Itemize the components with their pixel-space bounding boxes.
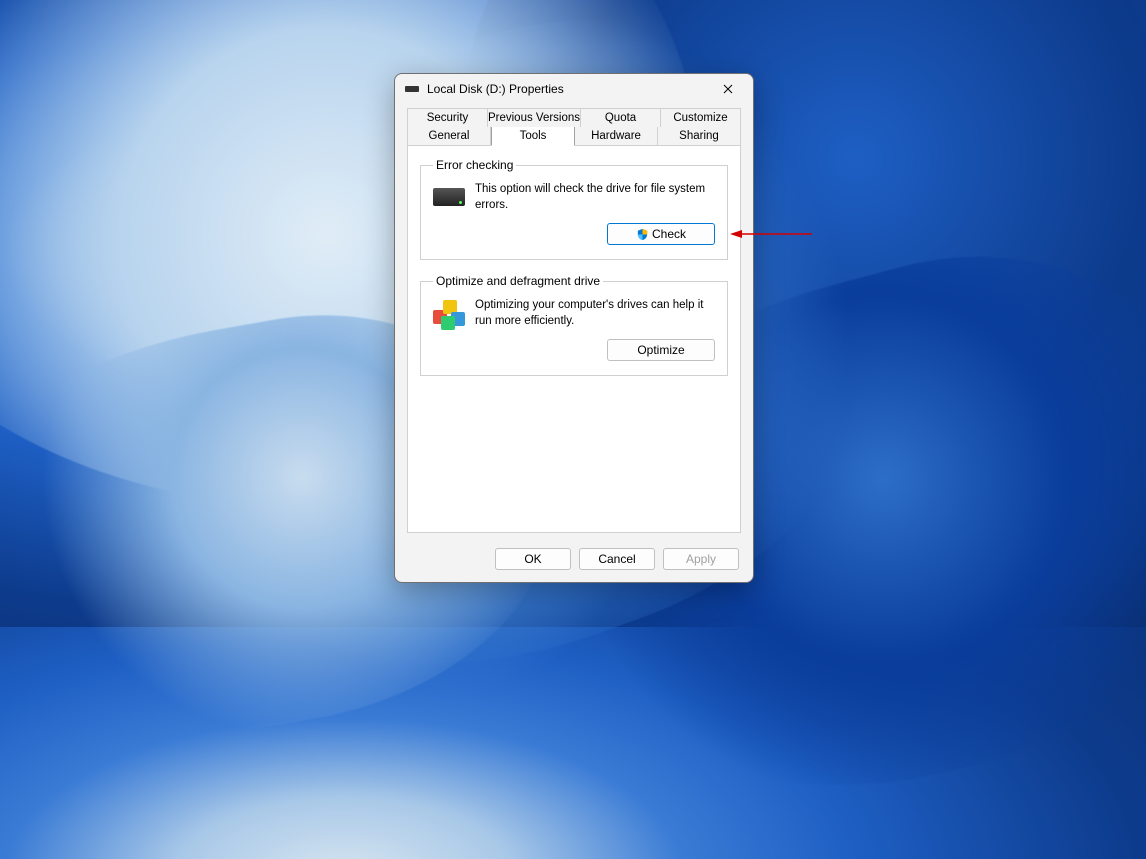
close-button[interactable] — [711, 75, 745, 103]
titlebar[interactable]: Local Disk (D:) Properties — [395, 74, 753, 104]
close-icon — [723, 84, 733, 94]
dialog-button-row: OK Cancel Apply — [395, 542, 753, 582]
ok-button[interactable]: OK — [495, 548, 571, 570]
check-button-label: Check — [652, 227, 686, 241]
tab-strip: Security Previous Versions Quota Customi… — [395, 104, 753, 146]
drive-title-icon — [405, 86, 419, 92]
drive-icon — [433, 184, 465, 210]
tab-tools[interactable]: Tools — [491, 127, 575, 146]
tab-hardware[interactable]: Hardware — [575, 127, 658, 146]
optimize-group: Optimize and defragment drive Optimizing… — [420, 274, 728, 376]
defrag-icon — [433, 300, 465, 326]
properties-dialog: Local Disk (D:) Properties Security Prev… — [394, 73, 754, 583]
error-checking-legend: Error checking — [433, 158, 516, 172]
check-button[interactable]: Check — [607, 223, 715, 245]
annotation-arrow — [730, 228, 815, 240]
optimize-description: Optimizing your computer's drives can he… — [475, 298, 715, 329]
tab-quota[interactable]: Quota — [581, 108, 661, 127]
optimize-legend: Optimize and defragment drive — [433, 274, 603, 288]
error-checking-group: Error checking This option will check th… — [420, 158, 728, 260]
tab-security[interactable]: Security — [407, 108, 488, 127]
tab-customize[interactable]: Customize — [661, 108, 741, 127]
error-checking-description: This option will check the drive for fil… — [475, 182, 715, 213]
apply-button[interactable]: Apply — [663, 548, 739, 570]
window-title: Local Disk (D:) Properties — [427, 82, 711, 96]
uac-shield-icon — [636, 228, 649, 241]
tab-previous-versions[interactable]: Previous Versions — [488, 108, 581, 127]
tab-panel-tools: Error checking This option will check th… — [407, 145, 741, 533]
optimize-button[interactable]: Optimize — [607, 339, 715, 361]
tab-general[interactable]: General — [407, 127, 491, 146]
cancel-button[interactable]: Cancel — [579, 548, 655, 570]
optimize-button-label: Optimize — [637, 343, 684, 357]
tab-sharing[interactable]: Sharing — [658, 127, 741, 146]
